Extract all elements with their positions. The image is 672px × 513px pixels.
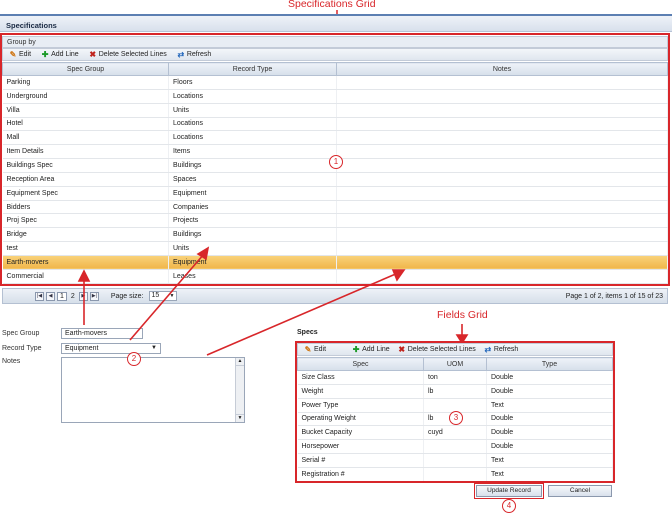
fields-add-line-button[interactable]: ✚ Add Line — [352, 344, 390, 354]
cell-type[interactable]: Text — [486, 453, 613, 468]
callout-3: 3 — [449, 411, 463, 425]
cell-uom[interactable] — [423, 398, 487, 413]
table-row[interactable]: Power Type Text — [297, 398, 613, 413]
cell-uom[interactable]: ton — [423, 370, 487, 385]
cell-type[interactable]: Double — [486, 384, 613, 399]
cancel-button[interactable]: Cancel — [548, 485, 612, 497]
fields-grid-annotation: Fields Grid — [437, 309, 488, 321]
refresh-label: Refresh — [493, 346, 519, 353]
column-header-spec[interactable]: Spec — [297, 357, 424, 371]
fields-refresh-button[interactable]: ⇄ Refresh — [484, 344, 519, 354]
cell-spec[interactable]: Operating Weight — [297, 412, 424, 427]
table-row[interactable]: Weight lb Double — [297, 384, 613, 399]
specs-title: Specs — [297, 329, 318, 336]
table-row[interactable]: Bucket Capacity cuyd Double — [297, 425, 613, 441]
cell-type[interactable]: Double — [486, 439, 613, 455]
table-row[interactable]: Size Class ton Double — [297, 370, 613, 385]
table-row[interactable]: Registration # Text — [297, 467, 613, 482]
cell-spec[interactable]: Serial # — [297, 453, 424, 468]
cell-type[interactable]: Text — [486, 398, 613, 413]
cell-spec[interactable]: Bucket Capacity — [297, 425, 424, 441]
cell-spec[interactable]: Horsepower — [297, 439, 424, 455]
cell-spec[interactable]: Weight — [297, 384, 424, 399]
cell-uom[interactable] — [423, 453, 487, 468]
fields-grid-toolbar: ✎ Edit ✚ Add Line ✖ Delete Selected Lines ⇄… — [297, 343, 613, 356]
column-header-type[interactable]: Type — [486, 357, 613, 371]
edit-label: Edit — [314, 346, 327, 353]
table-row[interactable]: Serial # Text — [297, 453, 613, 468]
cell-spec[interactable]: Power Type — [297, 398, 424, 413]
pencil-icon: ✎ — [304, 344, 312, 354]
cell-spec[interactable]: Registration # — [297, 467, 424, 482]
cell-uom[interactable] — [423, 439, 487, 455]
update-record-button[interactable]: Update Record — [476, 485, 542, 497]
refresh-icon: ⇄ — [484, 344, 492, 354]
column-header-uom[interactable]: UOM — [423, 357, 487, 371]
cell-uom[interactable]: cuyd — [423, 425, 487, 441]
table-row[interactable]: Horsepower Double — [297, 439, 613, 455]
fields-edit-button[interactable]: ✎ Edit — [304, 344, 327, 354]
cell-type[interactable]: Double — [486, 412, 613, 427]
cell-type[interactable]: Text — [486, 467, 613, 482]
cell-spec[interactable]: Size Class — [297, 370, 424, 385]
callout-4: 4 — [502, 499, 516, 513]
cell-uom[interactable]: lb — [423, 384, 487, 399]
delete-x-icon: ✖ — [398, 344, 406, 354]
cell-type[interactable]: Double — [486, 370, 613, 385]
delete-label: Delete Selected Lines — [407, 346, 476, 353]
cell-uom[interactable] — [423, 467, 487, 482]
cell-type[interactable]: Double — [486, 425, 613, 441]
add-line-label: Add Line — [362, 346, 390, 353]
plus-icon: ✚ — [352, 344, 360, 354]
fields-delete-selected-lines-button[interactable]: ✖ Delete Selected Lines — [398, 344, 476, 354]
